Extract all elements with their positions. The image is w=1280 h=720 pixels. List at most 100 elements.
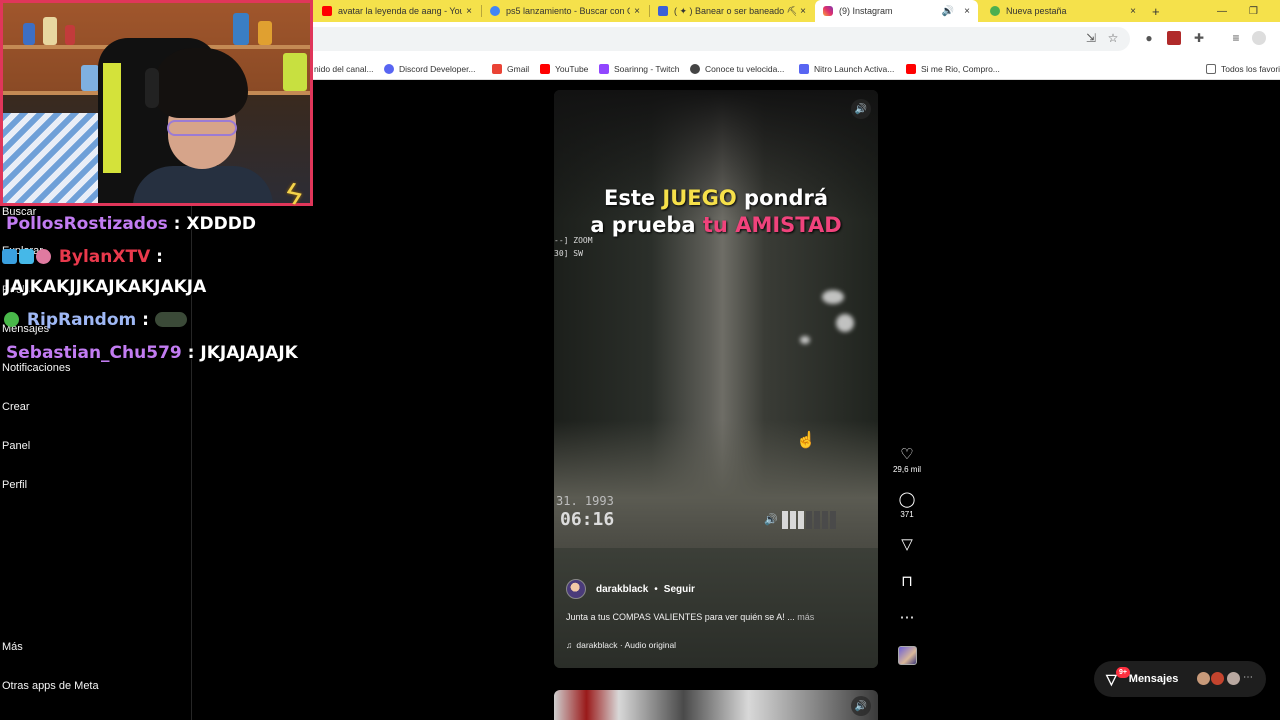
nav-mas[interactable]: Más xyxy=(2,641,23,653)
chat-message: RipRandom : xyxy=(4,310,189,330)
avatar xyxy=(1210,671,1225,686)
screen: avatar la leyenda de aang - You × ps5 la… xyxy=(0,0,1280,720)
chat-message: BylanXTV : xyxy=(2,247,163,267)
chat-message: Sebastian_Chu579 : JKJAJAJAJK xyxy=(6,343,298,363)
nav-panel[interactable]: Panel xyxy=(2,440,30,452)
tab-title: ( ✦ ) Banear o ser baneado ⛏ xyxy=(674,5,797,16)
bookmark-item[interactable]: Gmail xyxy=(492,58,529,80)
nav-perfil[interactable]: Perfil xyxy=(2,479,27,491)
speedtest-icon xyxy=(690,64,700,74)
nav-notificaciones[interactable]: Notificaciones xyxy=(2,362,70,374)
streamer-webcam xyxy=(0,0,313,206)
puzzle-icon[interactable]: ✚ xyxy=(1192,31,1206,45)
reel-caption-line2: a prueba tu AMISTAD xyxy=(590,213,842,237)
music-note-icon: ♫ xyxy=(566,640,573,650)
close-tab-icon[interactable]: × xyxy=(964,6,970,17)
discord-icon xyxy=(384,64,394,74)
follow-button[interactable]: Seguir xyxy=(664,584,695,595)
tab-title: (9) Instagram xyxy=(839,6,893,16)
author-avatar[interactable] xyxy=(566,579,586,599)
extension-record-icon[interactable]: ● xyxy=(1142,31,1156,45)
badge-icon xyxy=(2,249,17,264)
share-button[interactable]: ▽ xyxy=(890,536,924,554)
save-button[interactable]: ⊓ xyxy=(890,573,924,591)
bookmark-item[interactable]: Conoce tu velocida... xyxy=(690,58,784,80)
star-icon[interactable]: ☆ xyxy=(1106,31,1120,45)
tab-avatar-youtube[interactable]: avatar la leyenda de aang - You × xyxy=(314,0,480,22)
bookmark-item[interactable]: Nitro Launch Activa... xyxy=(799,58,894,80)
close-tab-icon[interactable]: × xyxy=(634,6,640,17)
avatar xyxy=(1196,671,1211,686)
streamer xyxy=(133,48,273,203)
folder-icon xyxy=(1206,64,1216,74)
chrome-icon xyxy=(990,6,1000,16)
speaker-icon[interactable]: 🔊 xyxy=(942,6,954,17)
install-app-icon[interactable]: ⇲ xyxy=(1084,31,1098,45)
send-icon: ▽ xyxy=(901,536,913,553)
author-name[interactable]: darakblack xyxy=(596,584,648,595)
bookmark-item[interactable]: YouTube xyxy=(540,58,588,80)
bookmark-item[interactable]: Si me Rio, Compro... xyxy=(906,58,1000,80)
bookmark-item[interactable]: Discord Developer... xyxy=(384,58,476,80)
like-button[interactable]: ♡ 29,6 mil xyxy=(890,446,924,474)
more-icon: ⋯ xyxy=(899,609,915,626)
youtube-icon xyxy=(540,64,550,74)
reel-audio[interactable]: ♫ darakblack · Audio original xyxy=(566,640,676,650)
youtube-icon xyxy=(322,6,332,16)
close-tab-icon[interactable]: × xyxy=(800,6,806,17)
new-tab-button[interactable]: + xyxy=(1152,0,1160,22)
tab-banear[interactable]: ( ✦ ) Banear o ser baneado ⛏ × xyxy=(650,0,814,22)
nitro-icon xyxy=(799,64,809,74)
mute-icon[interactable]: 🔊 xyxy=(851,99,871,119)
media-icon[interactable]: ≡ xyxy=(1229,31,1243,45)
likes-count: 29,6 mil xyxy=(892,465,921,474)
reel-caption-line1: Este JUEGO pondrá xyxy=(603,186,829,210)
twitch-icon xyxy=(599,64,609,74)
cam-volume-icon: 🔊 xyxy=(764,513,778,526)
tab-new[interactable]: Nueva pestaña × xyxy=(982,0,1144,22)
close-tab-icon[interactable]: × xyxy=(466,6,472,17)
extension-icon[interactable] xyxy=(1167,31,1181,45)
chat-message: PollosRostizados : XDDDD xyxy=(6,214,256,234)
bookmark-app-icon xyxy=(658,6,668,16)
tab-title: ps5 lanzamiento - Buscar con G xyxy=(506,6,631,16)
nav-otras-apps[interactable]: Otras apps de Meta xyxy=(2,680,99,692)
comments-count: 371 xyxy=(900,510,914,519)
instagram-icon xyxy=(823,6,833,16)
gmail-icon xyxy=(492,64,502,74)
badge-icon xyxy=(4,312,19,327)
chat-message: JAJKAKJJKAJKAKJAKJA xyxy=(4,277,207,297)
avatar xyxy=(1226,671,1241,686)
google-icon xyxy=(490,6,500,16)
bookmark-icon: ⊓ xyxy=(901,573,913,590)
bookmark-item[interactable]: nido del canal... xyxy=(314,58,374,80)
comment-button[interactable]: ◯ 371 xyxy=(890,491,924,519)
cam-time: 06:16 xyxy=(560,509,615,530)
tab-instagram[interactable]: (9) Instagram 🔊 × xyxy=(815,0,978,22)
next-reel-preview[interactable]: 🔊 xyxy=(554,690,878,720)
cam-volume-bars xyxy=(782,511,836,529)
cam-date: 31. 1993 xyxy=(556,494,614,508)
mouse-cursor-icon: ☝ xyxy=(796,432,816,449)
audio-thumbnail[interactable] xyxy=(898,646,917,665)
more-link[interactable]: más xyxy=(797,612,814,622)
nav-crear[interactable]: Crear xyxy=(2,401,30,413)
restore-icon[interactable]: ❐ xyxy=(1249,0,1258,22)
all-bookmarks[interactable]: Todos los favori xyxy=(1206,58,1280,80)
reel-description: Junta a tus COMPAS VALIENTES para ver qu… xyxy=(566,612,815,622)
more-options-button[interactable]: ⋯ xyxy=(890,609,924,627)
minimize-icon[interactable]: — xyxy=(1217,0,1227,22)
reel-author-row: darakblack • Seguir xyxy=(566,578,695,600)
profile-avatar[interactable] xyxy=(1252,31,1266,45)
tab-ps5-search[interactable]: ps5 lanzamiento - Buscar con G × xyxy=(482,0,648,22)
badge-icon xyxy=(19,249,34,264)
emote-icon xyxy=(154,312,187,327)
messages-badge: 9+ xyxy=(1116,667,1130,678)
heart-icon: ♡ xyxy=(900,446,914,463)
tab-title: Nueva pestaña xyxy=(1006,6,1067,16)
comment-icon: ◯ xyxy=(898,491,916,508)
bookmark-item[interactable]: Soarinng - Twitch xyxy=(599,58,680,80)
mute-icon[interactable]: 🔊 xyxy=(851,696,871,716)
cam-zoom-label: --] ZOOM xyxy=(554,236,593,245)
close-tab-icon[interactable]: × xyxy=(1130,6,1136,17)
